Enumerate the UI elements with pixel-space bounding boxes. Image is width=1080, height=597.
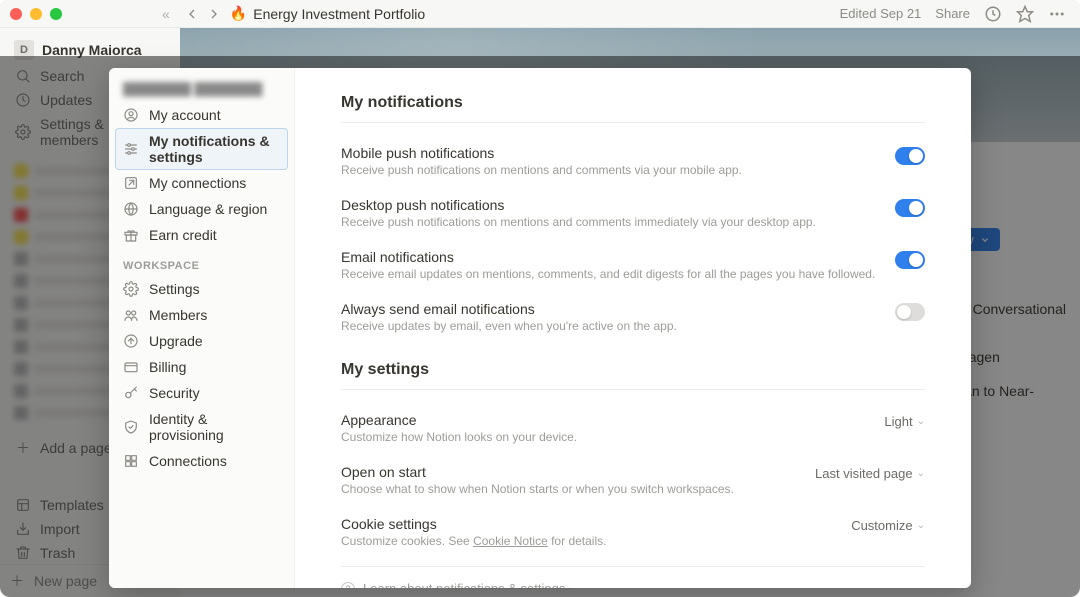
settings-nav-label: Connections	[149, 453, 227, 469]
settings-nav-my-notifications-settings[interactable]: My notifications & settings	[115, 128, 288, 170]
account-email-blurred: ████████ ████████	[115, 76, 288, 102]
setting-row: Cookie settings Customize cookies. See Co…	[341, 508, 925, 560]
page-emoji-icon: 🔥	[230, 5, 247, 22]
setting-label: Appearance	[341, 412, 577, 428]
toggle-switch[interactable]	[895, 303, 925, 321]
toggle-switch[interactable]	[895, 199, 925, 217]
setting-description: Receive email updates on mentions, comme…	[341, 267, 875, 281]
notification-row: Always send email notifications Receive u…	[341, 293, 925, 345]
shield-check-icon	[123, 419, 139, 435]
setting-label: Open on start	[341, 464, 734, 480]
key-icon	[123, 385, 139, 401]
settings-nav-members[interactable]: Members	[115, 302, 288, 328]
notification-row: Desktop push notifications Receive push n…	[341, 189, 925, 241]
settings-nav-language-region[interactable]: Language & region	[115, 196, 288, 222]
notifications-heading: My notifications	[341, 94, 925, 112]
settings-nav-label: Billing	[149, 359, 186, 375]
settings-nav-billing[interactable]: Billing	[115, 354, 288, 380]
updates-clock-icon[interactable]	[984, 5, 1002, 23]
chevron-down-icon: ⌄	[917, 416, 925, 427]
setting-description: Receive push notifications on mentions a…	[341, 163, 742, 177]
settings-nav-identity-provisioning[interactable]: Identity & provisioning	[115, 406, 288, 448]
forward-button[interactable]	[206, 6, 222, 22]
maximize-window-button[interactable]	[50, 8, 62, 20]
settings-nav-label: Settings	[149, 281, 200, 297]
gift-icon	[123, 227, 139, 243]
setting-label: Cookie settings	[341, 516, 606, 532]
settings-nav-label: Identity & provisioning	[149, 411, 280, 443]
help-icon: ?	[341, 582, 355, 589]
titlebar: « 🔥 Energy Investment Portfolio Edited S…	[0, 0, 1080, 28]
settings-nav-label: My connections	[149, 175, 246, 191]
sliders-icon	[123, 141, 139, 157]
modal-overlay[interactable]: ████████ ████████ My account My notificat…	[0, 56, 1080, 597]
card-icon	[123, 359, 139, 375]
setting-value: Last visited page	[815, 466, 913, 481]
settings-heading: My settings	[341, 361, 925, 379]
modal-sidebar: ████████ ████████ My account My notificat…	[109, 68, 295, 588]
favorite-star-icon[interactable]	[1016, 5, 1034, 23]
settings-modal: ████████ ████████ My account My notificat…	[109, 68, 971, 588]
setting-label: Always send email notifications	[341, 301, 677, 317]
settings-nav-label: My account	[149, 107, 221, 123]
settings-nav-my-connections[interactable]: My connections	[115, 170, 288, 196]
modal-main: My notifications Mobile push notificatio…	[295, 68, 971, 588]
setting-value-dropdown[interactable]: Last visited page ⌄	[815, 466, 925, 481]
setting-value: Light	[884, 414, 912, 429]
settings-nav-label: Upgrade	[149, 333, 203, 349]
user-circle-icon	[123, 107, 139, 123]
setting-label: Desktop push notifications	[341, 197, 816, 213]
settings-nav-label: Security	[149, 385, 200, 401]
learn-link[interactable]: ? Learn about notifications & settings	[341, 581, 925, 588]
more-menu-icon[interactable]	[1048, 5, 1066, 23]
settings-nav-upgrade[interactable]: Upgrade	[115, 328, 288, 354]
setting-label: Email notifications	[341, 249, 875, 265]
globe-icon	[123, 201, 139, 217]
gear-icon	[123, 281, 139, 297]
setting-row: Appearance Customize how Notion looks on …	[341, 404, 925, 456]
settings-nav-security[interactable]: Security	[115, 380, 288, 406]
notification-row: Mobile push notifications Receive push no…	[341, 137, 925, 189]
chevron-down-icon: ⌄	[917, 468, 925, 479]
settings-nav-label: Language & region	[149, 201, 267, 217]
setting-description: Customize cookies. See Cookie Notice for…	[341, 534, 606, 548]
people-icon	[123, 307, 139, 323]
toggle-switch[interactable]	[895, 251, 925, 269]
settings-nav-connections[interactable]: Connections	[115, 448, 288, 474]
page-title-breadcrumb[interactable]: 🔥 Energy Investment Portfolio	[230, 5, 425, 22]
setting-value-dropdown[interactable]: Light ⌄	[884, 414, 925, 429]
close-window-button[interactable]	[10, 8, 22, 20]
setting-value-dropdown[interactable]: Customize ⌄	[851, 518, 925, 533]
notification-row: Email notifications Receive email updates…	[341, 241, 925, 293]
setting-description: Choose what to show when Notion starts o…	[341, 482, 734, 496]
collapse-sidebar-icon[interactable]: «	[162, 6, 170, 22]
grid-icon	[123, 453, 139, 469]
settings-nav-label: My notifications & settings	[149, 133, 280, 165]
setting-description: Customize how Notion looks on your devic…	[341, 430, 577, 444]
setting-value: Customize	[851, 518, 912, 533]
chevron-down-icon: ⌄	[917, 520, 925, 531]
page-title-text: Energy Investment Portfolio	[253, 6, 425, 22]
learn-link-label: Learn about notifications & settings	[363, 581, 565, 588]
settings-nav-label: Members	[149, 307, 207, 323]
setting-description: Receive updates by email, even when you'…	[341, 319, 677, 333]
link-out-icon	[123, 175, 139, 191]
setting-label: Mobile push notifications	[341, 145, 742, 161]
settings-nav-settings[interactable]: Settings	[115, 276, 288, 302]
share-button[interactable]: Share	[935, 6, 970, 21]
edited-timestamp: Edited Sep 21	[840, 6, 922, 21]
minimize-window-button[interactable]	[30, 8, 42, 20]
setting-description: Receive push notifications on mentions a…	[341, 215, 816, 229]
window-controls	[10, 8, 62, 20]
workspace-section-header: WORKSPACE	[115, 248, 288, 276]
settings-nav-label: Earn credit	[149, 227, 217, 243]
settings-nav-my-account[interactable]: My account	[115, 102, 288, 128]
back-button[interactable]	[184, 6, 200, 22]
setting-row: Open on start Choose what to show when No…	[341, 456, 925, 508]
settings-nav-earn-credit[interactable]: Earn credit	[115, 222, 288, 248]
cookie-notice-link[interactable]: Cookie Notice	[473, 534, 548, 548]
up-arrow-circle-icon	[123, 333, 139, 349]
toggle-switch[interactable]	[895, 147, 925, 165]
